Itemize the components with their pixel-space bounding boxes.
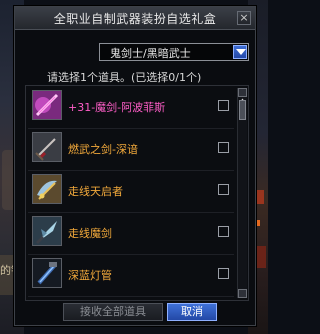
background-effect — [256, 220, 260, 226]
sword-icon — [32, 132, 62, 162]
chevron-down-icon[interactable] — [233, 45, 247, 59]
item-checkbox[interactable] — [218, 268, 229, 279]
background-effect — [256, 190, 264, 204]
background-effect — [256, 246, 266, 268]
class-select-dropdown[interactable]: 鬼剑士/黑暗武士 — [99, 43, 249, 61]
list-item[interactable]: 燃武之剑-深谙 — [28, 128, 234, 171]
blue-tube-blade-icon — [32, 258, 62, 288]
item-name: 深蓝灯管 — [68, 269, 112, 282]
class-select-value: 鬼剑士/黑暗武士 — [110, 47, 191, 60]
item-name: 走线魔剑 — [68, 227, 112, 240]
item-checkbox[interactable] — [218, 100, 229, 111]
gift-box-dialog: 全职业自制武器装扮自选礼盒 × 鬼剑士/黑暗武士 请选择1个道具。(已选择0/1… — [14, 6, 256, 326]
magic-sword-apophis-icon — [32, 90, 62, 120]
item-name: 燃武之剑-深谙 — [68, 143, 138, 156]
list-item[interactable]: 走线魔剑 — [28, 212, 234, 255]
demon-blade-icon — [32, 216, 62, 246]
receive-all-button[interactable]: 接收全部道具 — [63, 303, 163, 321]
item-checkbox[interactable] — [218, 184, 229, 195]
close-icon: × — [239, 11, 249, 24]
selection-instruction: 请选择1个道具。(已选择0/1个) — [47, 71, 202, 84]
item-name: +31-魔剑-阿波菲斯 — [68, 101, 166, 114]
list-item[interactable]: 走线天启者 — [28, 170, 234, 213]
list-item[interactable]: +31-魔剑-阿波菲斯 — [28, 86, 234, 129]
cancel-button[interactable]: 取消 — [167, 303, 217, 321]
item-checkbox[interactable] — [218, 226, 229, 237]
item-list: +31-魔剑-阿波菲斯 燃武之剑-深谙 走线天启者 走线魔剑 深蓝灯管 — [25, 85, 249, 301]
list-item[interactable]: 深蓝灯管 — [28, 254, 234, 297]
item-checkbox[interactable] — [218, 142, 229, 153]
scroll-down-button[interactable] — [238, 289, 247, 298]
item-name: 走线天启者 — [68, 185, 123, 198]
winged-blade-icon — [32, 174, 62, 204]
scroll-up-button[interactable] — [238, 88, 247, 102]
scroll-thumb[interactable] — [239, 100, 246, 120]
dialog-title: 全职业自制武器装扮自选礼盒 — [53, 12, 217, 26]
close-button[interactable]: × — [237, 11, 251, 25]
list-scrollbar[interactable] — [237, 88, 247, 298]
dialog-titlebar: 全职业自制武器装扮自选礼盒 × — [15, 7, 255, 30]
chevron-down-icon — [239, 298, 246, 301]
